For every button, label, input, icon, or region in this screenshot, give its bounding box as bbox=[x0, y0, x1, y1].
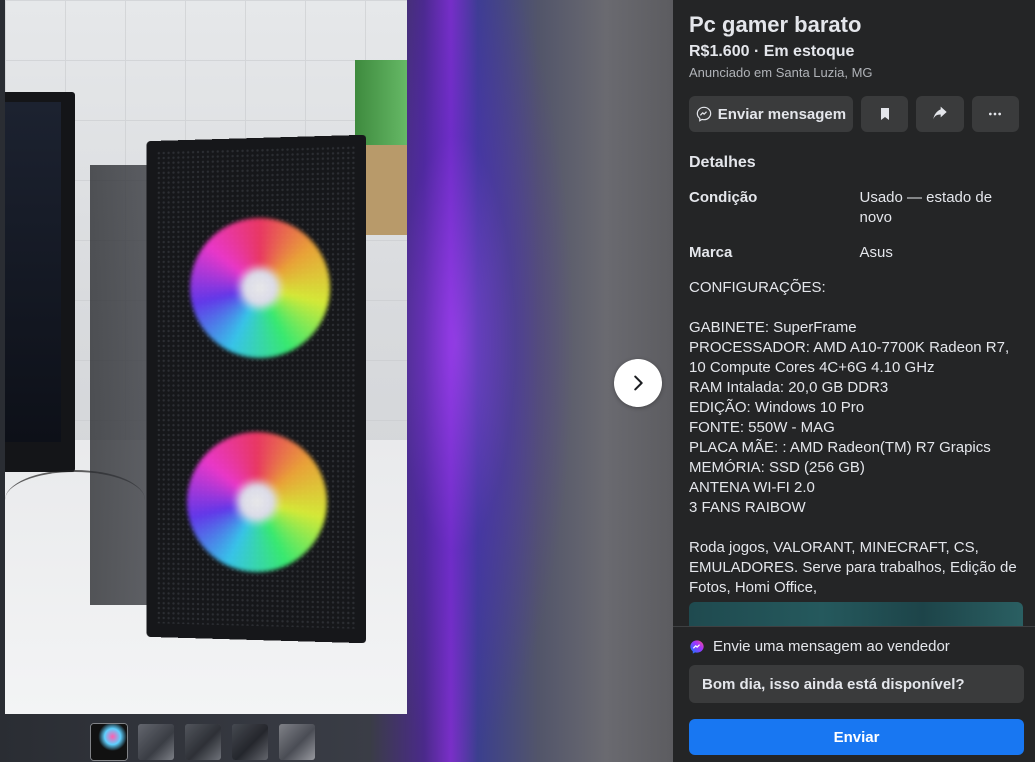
detail-key: Marca bbox=[689, 243, 859, 263]
listing-location: Anunciado em Santa Luzia, MG bbox=[689, 65, 1019, 81]
chevron-right-icon bbox=[627, 372, 649, 394]
detail-value: Asus bbox=[859, 243, 1019, 263]
rgb-fan-top bbox=[190, 218, 330, 358]
seller-message-box: Envie uma mensagem ao vendedor Bom dia, … bbox=[673, 626, 1035, 762]
save-button[interactable] bbox=[861, 96, 908, 132]
listing-photo bbox=[5, 0, 407, 714]
more-icon bbox=[987, 106, 1003, 122]
action-bar: Enviar mensagem bbox=[689, 96, 1019, 132]
share-button[interactable] bbox=[916, 96, 963, 132]
send-button[interactable]: Enviar bbox=[689, 719, 1024, 755]
media-viewer bbox=[0, 0, 673, 762]
rgb-fan-bottom bbox=[187, 432, 327, 572]
thumbnail[interactable] bbox=[232, 724, 268, 760]
listing-details-scroll[interactable]: Pc gamer barato R$1.600 · Em estoque Anu… bbox=[673, 0, 1035, 626]
thumbnail[interactable] bbox=[91, 724, 127, 760]
send-message-button[interactable]: Enviar mensagem bbox=[689, 96, 853, 132]
blurred-background bbox=[405, 0, 575, 762]
detail-row-condition: Condição Usado — estado de novo bbox=[689, 188, 1019, 228]
seller-message-heading: Envie uma mensagem ao vendedor bbox=[713, 637, 950, 657]
listing-panel: Pc gamer barato R$1.600 · Em estoque Anu… bbox=[673, 0, 1035, 762]
thumbnail[interactable] bbox=[185, 724, 221, 760]
more-options-button[interactable] bbox=[972, 96, 1019, 132]
detail-row-brand: Marca Asus bbox=[689, 243, 1019, 263]
thumbnail[interactable] bbox=[138, 724, 174, 760]
listing-price: R$1.600 · Em estoque bbox=[689, 42, 1019, 62]
details-heading: Detalhes bbox=[689, 153, 1019, 173]
message-input[interactable]: Bom dia, isso ainda está disponível? bbox=[689, 665, 1024, 703]
messenger-icon bbox=[689, 639, 705, 655]
listing-description: CONFIGURAÇÕES: GABINETE: SuperFrame PROC… bbox=[689, 278, 1019, 598]
send-message-label: Enviar mensagem bbox=[718, 106, 846, 123]
bookmark-icon bbox=[877, 106, 893, 122]
location-map-preview[interactable] bbox=[689, 602, 1023, 628]
thumbnail-strip bbox=[91, 724, 315, 760]
listing-title: Pc gamer barato bbox=[689, 12, 1019, 38]
detail-value: Usado — estado de novo bbox=[859, 188, 1019, 228]
thumbnail[interactable] bbox=[279, 724, 315, 760]
monitor-in-photo bbox=[5, 92, 75, 472]
detail-key: Condição bbox=[689, 188, 859, 228]
messenger-icon bbox=[696, 106, 712, 122]
share-icon bbox=[932, 106, 948, 122]
next-photo-button[interactable] bbox=[614, 359, 662, 407]
